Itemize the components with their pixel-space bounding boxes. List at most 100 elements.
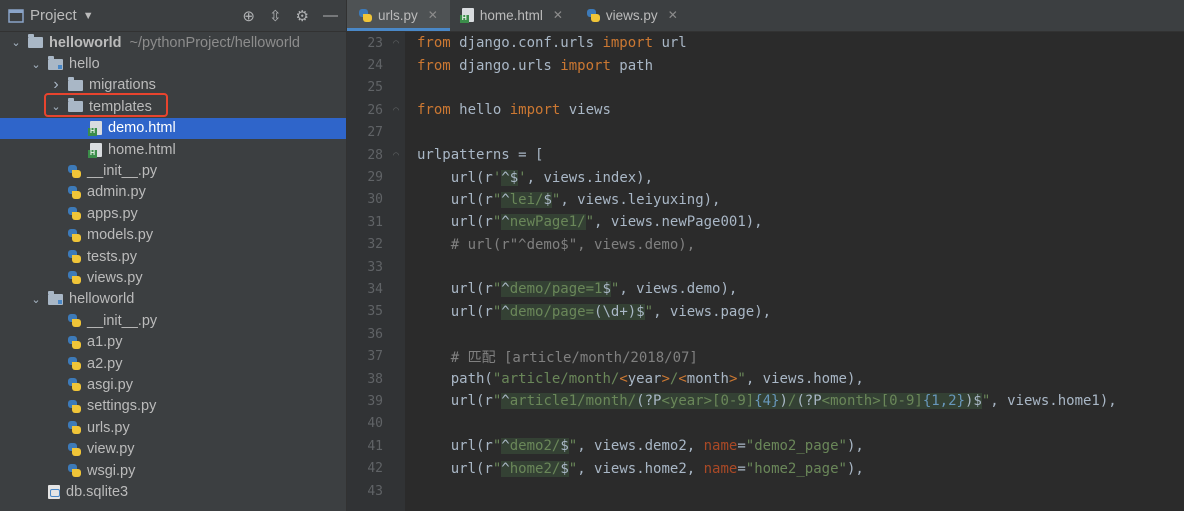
code-line[interactable]: 32 # url(r"^demo$", views.demo), <box>347 234 1184 256</box>
close-icon[interactable]: ✕ <box>553 8 563 22</box>
folder-icon <box>48 290 63 305</box>
tree-item-admin-py[interactable]: admin.py <box>0 182 346 203</box>
tree-item-settings-py[interactable]: settings.py <box>0 396 346 417</box>
tree-item-helloworld[interactable]: ⌄ helloworld <box>0 289 346 310</box>
code-line[interactable]: 36 <box>347 323 1184 345</box>
tree-item-label: apps.py <box>87 205 138 222</box>
tree-item-helloworld[interactable]: ⌄ helloworld ~/pythonProject/helloworld <box>0 32 346 53</box>
code-view[interactable]: 23 ◠ from django.conf.urls import url 24 fro… <box>347 32 1184 511</box>
code-text: path("article/month/<year>/<month>", vie… <box>417 371 864 388</box>
code-line[interactable]: 43 <box>347 480 1184 502</box>
tree-item-a1-py[interactable]: a1.py <box>0 331 346 352</box>
fold-marker-icon[interactable]: ◠ <box>393 105 409 116</box>
line-number: 25 <box>367 80 383 96</box>
code-line[interactable]: 34 url(r"^demo/page=1$", views.demo), <box>347 278 1184 300</box>
tree-item-migrations[interactable]: › migrations <box>0 75 346 96</box>
project-panel-title[interactable]: Project <box>30 7 77 24</box>
tree-item-label: models.py <box>87 227 154 244</box>
tree-item-label: asgi.py <box>87 376 133 393</box>
tree-item-label: admin.py <box>87 184 146 201</box>
code-line[interactable]: 39 url(r"^article1/month/(?P<year>[0-9]{… <box>347 390 1184 412</box>
python-file-icon <box>68 164 81 178</box>
line-number: 29 <box>367 170 383 186</box>
code-line[interactable]: 33 <box>347 256 1184 278</box>
python-file-icon <box>68 314 81 328</box>
tree-item-home-html[interactable]: home.html <box>0 139 346 160</box>
line-number: 42 <box>367 461 383 477</box>
line-number: 43 <box>367 483 383 499</box>
tree-item-hello[interactable]: ⌄ hello <box>0 53 346 74</box>
code-line[interactable]: 24 from django.urls import path <box>347 54 1184 76</box>
tab-label: home.html <box>479 7 543 23</box>
tab-home-html[interactable]: home.html ✕ <box>450 0 575 31</box>
chevron-down-icon[interactable]: ▼ <box>83 10 94 22</box>
line-number: 24 <box>367 58 383 74</box>
python-file-icon <box>68 464 81 477</box>
tree-item--init-py[interactable]: __init__.py <box>0 160 346 181</box>
fold-marker-icon[interactable]: ◠ <box>393 38 409 49</box>
code-text: # url(r"^demo$", views.demo), <box>450 236 696 253</box>
chevron-down-icon[interactable]: ⌄ <box>10 36 22 49</box>
code-line[interactable]: 28 ◠ urlpatterns = [ <box>347 144 1184 166</box>
tree-item-urls-py[interactable]: urls.py <box>0 417 346 438</box>
code-text: url(r"^home2/$", views.home2, name="home… <box>417 460 864 477</box>
hide-icon[interactable]: — <box>323 7 338 24</box>
code-line[interactable]: 23 ◠ from django.conf.urls import url <box>347 32 1184 54</box>
python-file-icon <box>359 8 372 22</box>
code-line[interactable]: 40 <box>347 413 1184 435</box>
code-line[interactable]: 27 <box>347 122 1184 144</box>
tree-item-asgi-py[interactable]: asgi.py <box>0 374 346 395</box>
code-line[interactable]: 25 <box>347 77 1184 99</box>
project-view-icon <box>8 8 24 23</box>
tree-item-views-py[interactable]: views.py <box>0 267 346 288</box>
code-line[interactable]: 42 url(r"^home2/$", views.home2, name="h… <box>347 457 1184 479</box>
code-line[interactable]: 26 ◠ from hello import views <box>347 99 1184 121</box>
code-line[interactable]: 29 url(r'^$', views.index), <box>347 166 1184 188</box>
tab-urls-py[interactable]: urls.py ✕ <box>347 0 450 31</box>
code-text: url(r"^demo/page=1$", views.demo), <box>417 281 738 298</box>
editor-tabs: urls.py ✕ home.html ✕ views.py ✕ <box>347 0 1184 32</box>
fold-marker-icon[interactable]: ◠ <box>393 150 409 161</box>
html-file-icon <box>88 142 102 158</box>
database-file-icon <box>48 484 60 499</box>
tree-item-label: home.html <box>108 141 176 158</box>
tree-item-templates[interactable]: ⌄ templates <box>0 96 346 117</box>
tree-item-db-sqlite3[interactable]: db.sqlite3 <box>0 481 346 502</box>
chevron-down-icon[interactable]: ⌄ <box>30 58 42 71</box>
chevron-down-icon[interactable]: ⌄ <box>50 100 62 113</box>
tree-item-demo-html[interactable]: demo.html <box>0 117 346 139</box>
code-line[interactable]: 37 # 匹配 [article/month/2018/07] <box>347 345 1184 367</box>
tree-item-tests-py[interactable]: tests.py <box>0 246 346 267</box>
tree-item-view-py[interactable]: view.py <box>0 438 346 459</box>
gear-icon[interactable]: ⚙ <box>296 7 309 25</box>
folder-icon <box>68 98 83 113</box>
code-line[interactable]: 31 url(r"^newPage1/", views.newPage001), <box>347 211 1184 233</box>
line-number: 27 <box>367 125 383 141</box>
code-line[interactable]: 35 url(r"^demo/page=(\d+)$", views.page)… <box>347 301 1184 323</box>
html-file-icon <box>88 121 102 137</box>
close-icon[interactable]: ✕ <box>428 8 438 22</box>
tree-item-label: db.sqlite3 <box>66 483 129 500</box>
tree-item-label: wsgi.py <box>87 462 136 479</box>
locate-icon[interactable]: ⊕ <box>242 7 255 25</box>
line-number: 38 <box>367 371 383 387</box>
line-number: 39 <box>367 393 383 409</box>
python-file-icon <box>68 442 81 456</box>
panel-toolbar: ⊕ ⇳ ⚙ — <box>242 7 338 25</box>
code-line[interactable]: 30 url(r"^lei/$", views.leiyuxing), <box>347 189 1184 211</box>
chevron-down-icon[interactable]: ⌄ <box>30 293 42 306</box>
tree-item-a2-py[interactable]: a2.py <box>0 353 346 374</box>
tree-item-wsgi-py[interactable]: wsgi.py <box>0 460 346 481</box>
tree-item-label: __init__.py <box>87 312 158 329</box>
tab-views-py[interactable]: views.py ✕ <box>575 0 690 31</box>
tree-item-models-py[interactable]: models.py <box>0 225 346 246</box>
tree-item-label: a2.py <box>87 355 123 372</box>
code-line[interactable]: 38 path("article/month/<year>/<month>", … <box>347 368 1184 390</box>
collapse-all-icon[interactable]: ⇳ <box>269 7 282 25</box>
code-line[interactable]: 41 url(r"^demo2/$", views.demo2, name="d… <box>347 435 1184 457</box>
tree-item-label: tests.py <box>87 248 137 265</box>
tree-item-apps-py[interactable]: apps.py <box>0 203 346 224</box>
close-icon[interactable]: ✕ <box>668 8 678 22</box>
tree-item--init-py[interactable]: __init__.py <box>0 310 346 331</box>
chevron-right-icon[interactable]: › <box>50 76 62 94</box>
